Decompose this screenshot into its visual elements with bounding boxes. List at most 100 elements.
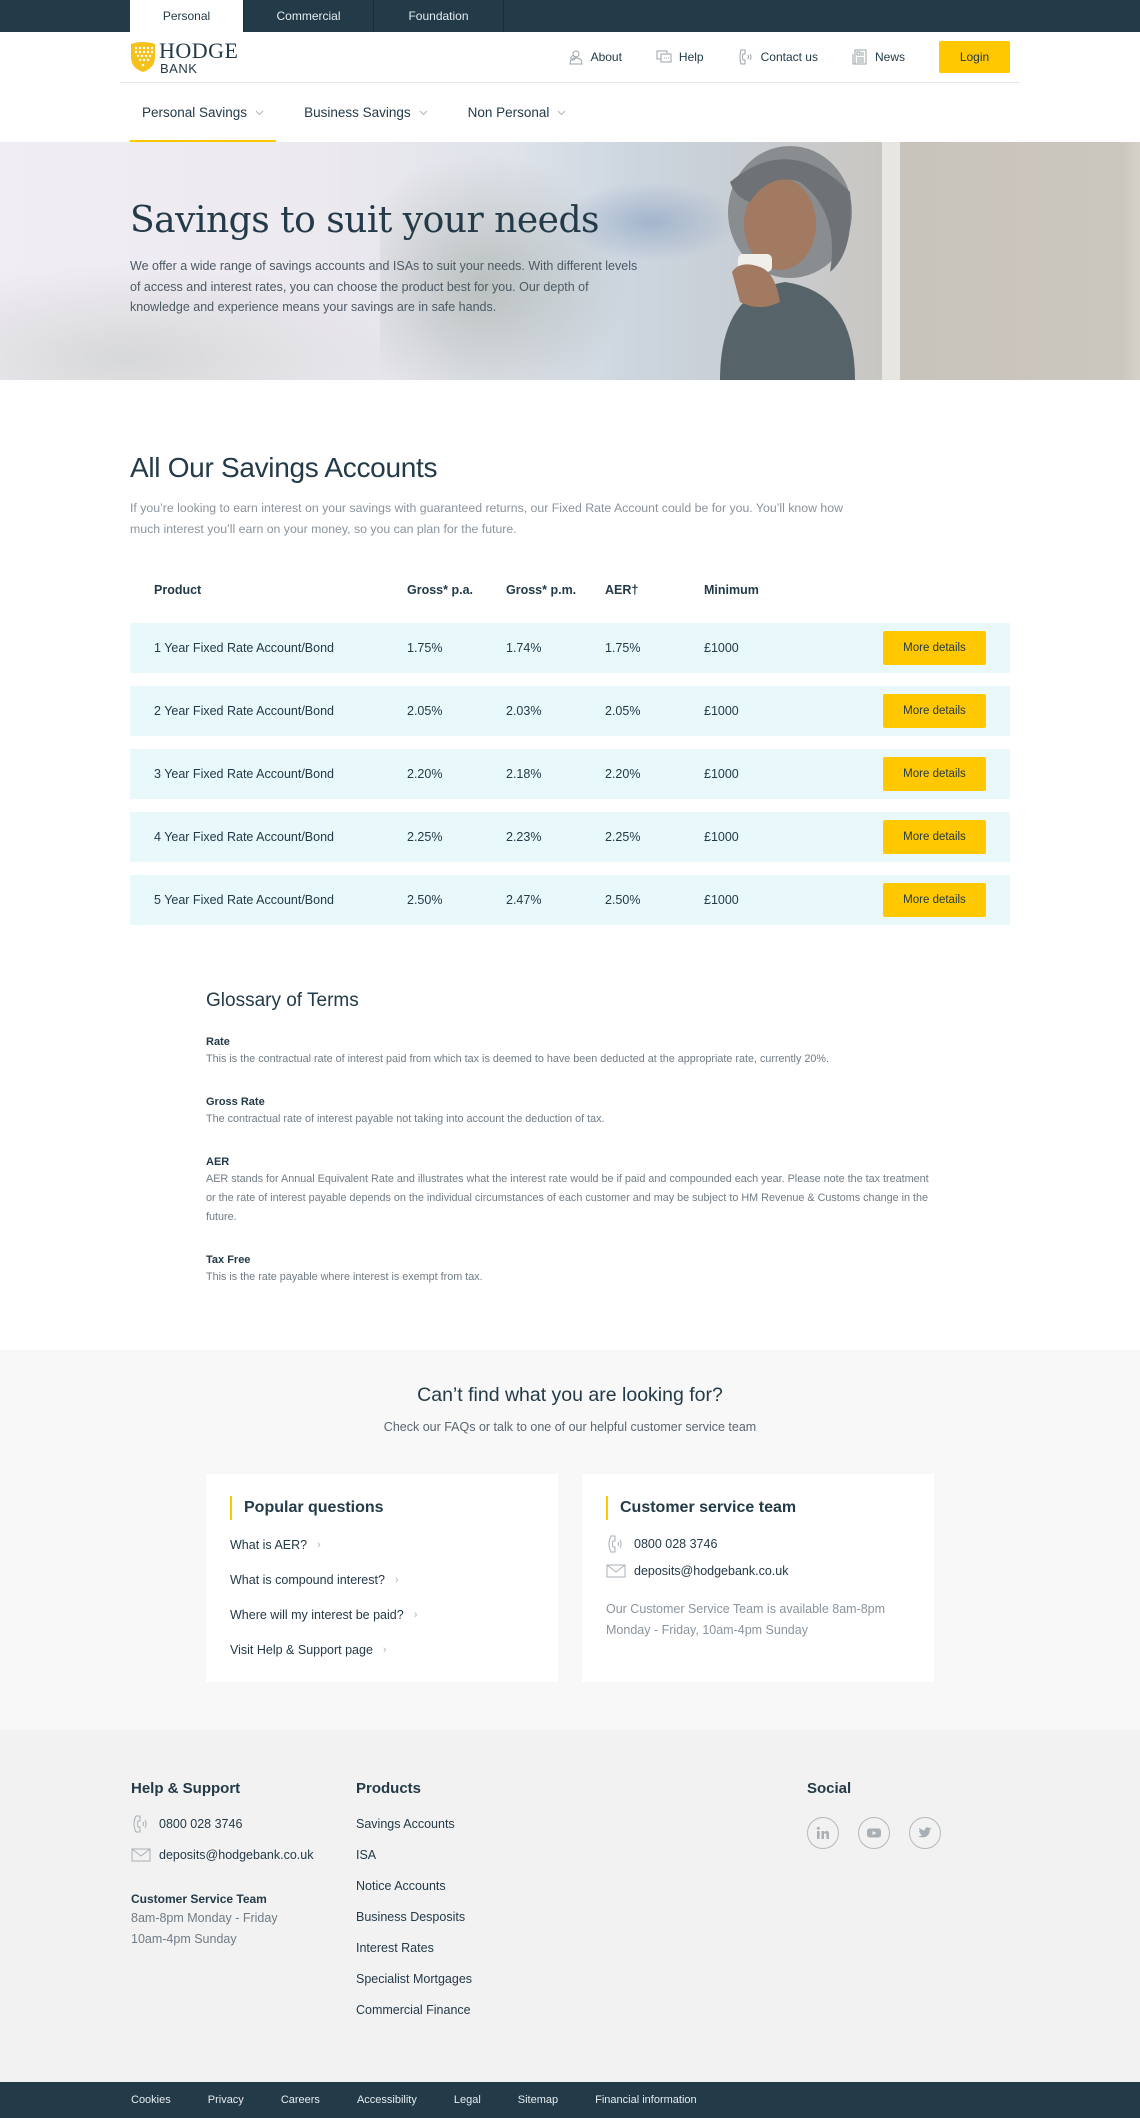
tab-foundation[interactable]: Foundation xyxy=(374,0,504,32)
phone-icon xyxy=(608,1535,622,1553)
linkedin-link[interactable] xyxy=(807,1817,839,1849)
footer-link-cookies[interactable]: Cookies xyxy=(131,2094,171,2106)
footer-heading: Products xyxy=(356,1780,422,1797)
youtube-link[interactable] xyxy=(858,1817,890,1849)
help-support-link[interactable]: Visit Help & Support page › xyxy=(230,1643,387,1657)
cell-gross-pm: 2.47% xyxy=(506,893,542,907)
logo-sub: BANK xyxy=(160,60,198,76)
glossary-section: Glossary of Terms Rate This is the contr… xyxy=(206,990,936,1287)
youtube-icon xyxy=(867,1828,881,1838)
footer-link-privacy[interactable]: Privacy xyxy=(208,2094,244,2106)
cell-minimum: £1000 xyxy=(704,704,739,718)
nav-non-personal[interactable]: Non Personal xyxy=(456,83,579,142)
footer-link-financial-information[interactable]: Financial information xyxy=(595,2094,697,2106)
chevron-right-icon: › xyxy=(382,1644,387,1656)
cell-gross-pa: 2.25% xyxy=(407,830,443,844)
col-header-minimum: Minimum xyxy=(704,583,759,597)
table-row: 4 Year Fixed Rate Account/Bond 2.25% 2.2… xyxy=(130,812,1010,862)
help-link[interactable]: Help xyxy=(656,49,704,65)
logo-name: HODGE xyxy=(159,37,239,63)
email-link[interactable]: deposits@hodgebank.co.uk xyxy=(606,1562,788,1580)
tab-commercial[interactable]: Commercial xyxy=(244,0,374,32)
hours-weekday: 8am-8pm Monday - Friday xyxy=(131,1911,278,1925)
phone-number: 0800 028 3746 xyxy=(634,1537,718,1551)
phone-number: 0800 028 3746 xyxy=(159,1817,243,1831)
nav-label: Non Personal xyxy=(467,105,550,120)
envelope-icon xyxy=(131,1848,151,1862)
cell-gross-pa: 2.05% xyxy=(407,704,443,718)
footer-social-column: Social xyxy=(807,1780,941,1849)
cell-aer: 2.05% xyxy=(605,704,641,718)
cell-gross-pm: 2.23% xyxy=(506,830,542,844)
site-footer: Help & Support 0800 028 3746 deposits@ho… xyxy=(0,1730,1140,2082)
footer-product-link[interactable]: Business Desposits xyxy=(356,1909,472,1926)
more-details-button[interactable]: More details xyxy=(883,631,986,665)
cell-gross-pa: 1.75% xyxy=(407,641,443,655)
help-title: Can’t find what you are looking for? xyxy=(417,1384,723,1406)
cell-product: 3 Year Fixed Rate Account/Bond xyxy=(154,767,334,781)
login-button[interactable]: Login xyxy=(939,41,1010,73)
faq-link[interactable]: Where will my interest be paid? › xyxy=(230,1608,417,1622)
chevron-right-icon: › xyxy=(413,1609,418,1621)
phone-icon xyxy=(133,1815,147,1833)
more-details-button[interactable]: More details xyxy=(883,883,986,917)
chevron-down-icon xyxy=(558,110,566,115)
term-definition: The contractual rate of interest payable… xyxy=(206,1113,605,1125)
nav-business-savings[interactable]: Business Savings xyxy=(292,83,440,142)
utility-nav: About Help Contact us News Login xyxy=(568,41,1010,73)
contact-link[interactable]: Contact us xyxy=(738,49,818,65)
section-intro: If you’re looking to earn interest on yo… xyxy=(130,501,843,536)
footer-link-careers[interactable]: Careers xyxy=(281,2094,320,2106)
savings-accounts-section: All Our Savings Accounts If you’re looki… xyxy=(130,452,1010,925)
twitter-link[interactable] xyxy=(909,1817,941,1849)
cell-product: 2 Year Fixed Rate Account/Bond xyxy=(154,704,334,718)
nav-label: Business Savings xyxy=(304,105,411,120)
more-details-button[interactable]: More details xyxy=(883,757,986,791)
cell-gross-pm: 2.18% xyxy=(506,767,542,781)
footer-product-link[interactable]: Notice Accounts xyxy=(356,1878,472,1895)
about-link[interactable]: About xyxy=(568,49,622,65)
shield-logo-icon xyxy=(131,42,155,72)
term-title: Tax Free xyxy=(206,1254,251,1266)
faq-link[interactable]: What is AER? › xyxy=(230,1538,321,1552)
footer-product-link[interactable]: Commercial Finance xyxy=(356,2002,472,2019)
phone-link[interactable]: 0800 028 3746 xyxy=(606,1535,717,1553)
more-details-button[interactable]: More details xyxy=(883,820,986,854)
nav-personal-savings[interactable]: Personal Savings xyxy=(130,83,277,142)
hero-photo-woman-with-cup xyxy=(720,146,855,380)
footer-product-link[interactable]: Specialist Mortgages xyxy=(356,1971,472,1988)
footer-product-link[interactable]: Savings Accounts xyxy=(356,1816,472,1833)
cell-gross-pa: 2.50% xyxy=(407,893,443,907)
more-details-button[interactable]: More details xyxy=(883,694,986,728)
cell-minimum: £1000 xyxy=(704,641,739,655)
footer-link-sitemap[interactable]: Sitemap xyxy=(518,2094,558,2106)
cell-gross-pm: 2.03% xyxy=(506,704,542,718)
footer-phone-link[interactable]: 0800 028 3746 xyxy=(131,1815,313,1833)
faq-link[interactable]: What is compound interest? › xyxy=(230,1573,399,1587)
term-title: Gross Rate xyxy=(206,1096,265,1108)
contact-label: Contact us xyxy=(760,50,818,64)
help-label: Help xyxy=(678,50,704,64)
footer-link-accessibility[interactable]: Accessibility xyxy=(357,2094,417,2106)
cell-minimum: £1000 xyxy=(704,893,739,907)
col-header-product: Product xyxy=(154,583,202,597)
hero-text: We offer a wide range of savings account… xyxy=(130,259,638,314)
customer-service-heading: Customer Service Team xyxy=(131,1892,267,1906)
twitter-icon xyxy=(918,1827,932,1838)
logo-wordmark: HODGE BANK xyxy=(159,37,239,76)
legal-links-bar: Cookies Privacy Careers Accessibility Le… xyxy=(0,2082,1140,2118)
site-switcher: Personal Commercial Foundation xyxy=(0,0,1140,32)
logo[interactable]: HODGE BANK xyxy=(130,37,239,76)
footer-link-legal[interactable]: Legal xyxy=(454,2094,481,2106)
footer-email-link[interactable]: deposits@hodgebank.co.uk xyxy=(131,1846,313,1864)
phone-icon xyxy=(739,49,752,65)
news-link[interactable]: News xyxy=(852,49,905,65)
email-address: deposits@hodgebank.co.uk xyxy=(634,1564,789,1578)
tab-personal[interactable]: Personal xyxy=(130,0,244,32)
help-subtitle: Check our FAQs or talk to one of our hel… xyxy=(383,1420,757,1434)
footer-product-link[interactable]: ISA xyxy=(356,1847,472,1864)
table-row: 1 Year Fixed Rate Account/Bond 1.75% 1.7… xyxy=(130,623,1010,673)
footer-product-link[interactable]: Interest Rates xyxy=(356,1940,472,1957)
hero-background xyxy=(882,142,1140,380)
nav-label: Personal Savings xyxy=(142,105,248,120)
